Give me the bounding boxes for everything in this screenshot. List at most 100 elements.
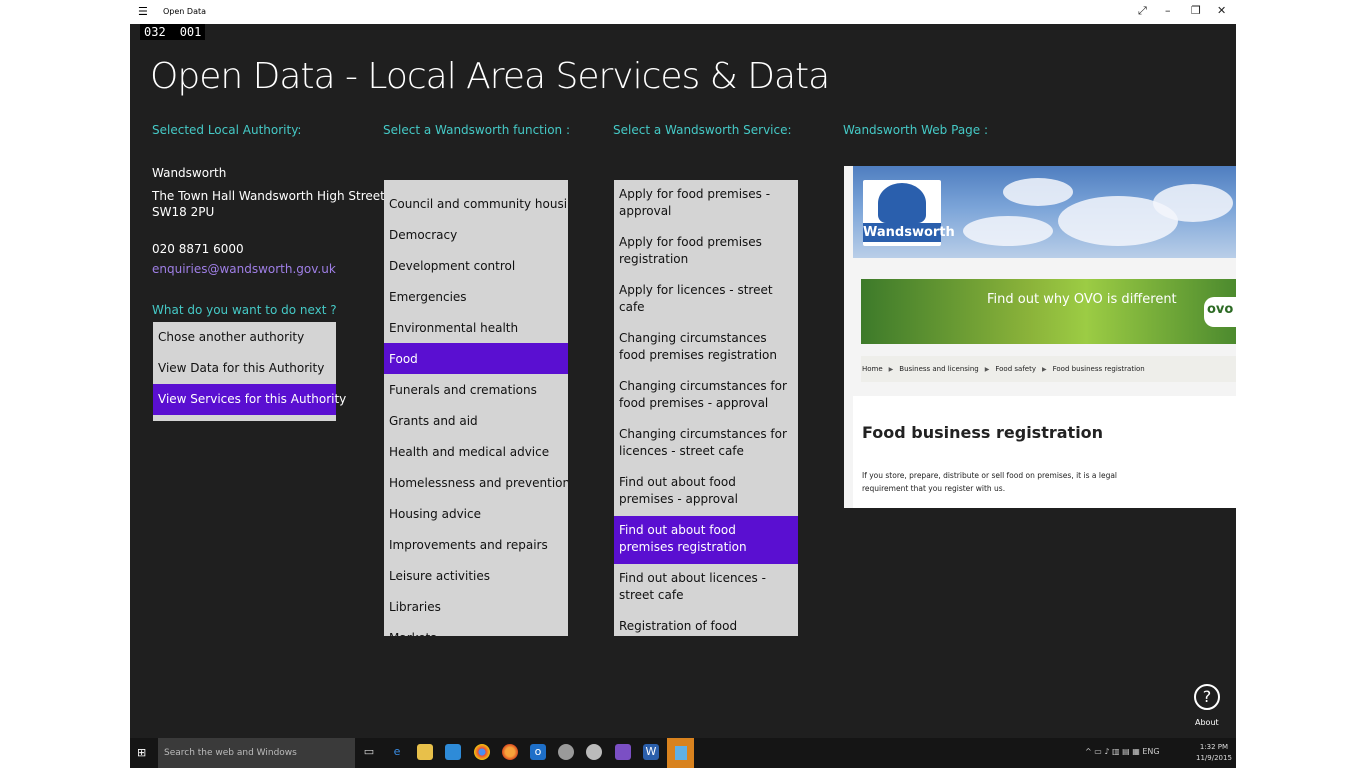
close-icon[interactable]: ✕ — [1217, 4, 1226, 17]
function-list-item[interactable]: Libraries — [384, 591, 568, 622]
windows-start-icon[interactable]: ⊞ — [137, 746, 151, 760]
authority-name: Wandsworth — [152, 166, 227, 180]
function-list-item[interactable]: Improvements and repairs — [384, 529, 568, 560]
advert-text: Find out why OVO is different — [987, 292, 1177, 307]
file-explorer-icon[interactable] — [417, 744, 433, 760]
clock-time: 1:32 PM — [1199, 743, 1229, 751]
breadcrumb-separator-icon: ▶ — [984, 365, 990, 373]
authority-address-line2: SW18 2PU — [152, 205, 215, 219]
authority-email-link[interactable]: enquiries@wandsworth.gov.uk — [152, 262, 336, 276]
next-actions-list: Chose another authority View Data for thi… — [153, 322, 346, 421]
outlook-icon[interactable]: o — [530, 744, 546, 760]
authority-phone: 020 8871 6000 — [152, 242, 244, 256]
list-top-padding — [384, 180, 568, 188]
task-view-icon[interactable]: ▭ — [361, 744, 377, 760]
page-title: Open Data - Local Area Services & Data — [150, 56, 830, 97]
tray-message-icon[interactable]: ▤ — [1122, 747, 1130, 756]
council-logo[interactable]: Wandsworth — [863, 180, 955, 246]
council-banner: Wandsworth — [853, 166, 1236, 258]
service-list-item[interactable]: Registration of food premises registrati… — [614, 612, 798, 636]
breadcrumb-link[interactable]: Food business registration — [1053, 365, 1145, 373]
webpage-header: Wandsworth Web Page : — [843, 123, 989, 137]
taskbar-search-input[interactable]: Search the web and Windows — [158, 738, 355, 768]
web-page-body: If you store, prepare, distribute or sel… — [862, 471, 1118, 493]
function-list-item[interactable]: Environmental health — [384, 312, 568, 343]
service-list-item[interactable]: Changing circumstances food premises reg… — [614, 324, 798, 372]
tray-chevron-icon[interactable]: ^ — [1085, 747, 1092, 756]
web-page-content: Food business registration If you store,… — [853, 396, 1236, 508]
function-list-item[interactable]: Health and medical advice — [384, 436, 568, 467]
visual-studio-icon[interactable] — [615, 744, 631, 760]
hamburger-menu-icon[interactable]: ☰ — [138, 5, 148, 18]
breadcrumb: Home ▶ Business and licensing ▶ Food safety ▶… — [861, 356, 1236, 382]
service-list-item[interactable]: Apply for food premises registration — [614, 228, 798, 276]
restore-icon[interactable]: ❐ — [1191, 4, 1201, 17]
taskbar: ⊞ Search the web and Windows ▭ e o W ^ ▭… — [130, 738, 1236, 768]
function-list-item[interactable]: Emergencies — [384, 281, 568, 312]
function-list-item[interactable]: Markets — [384, 622, 568, 637]
service-list-item[interactable]: Find out about food premises - approval — [614, 468, 798, 516]
function-list-item[interactable]: Democracy — [384, 219, 568, 250]
authority-address-line1: The Town Hall Wandsworth High Street — [152, 189, 385, 203]
next-action-item[interactable]: View Services for this Authority — [153, 384, 346, 415]
web-page-heading: Food business registration — [862, 423, 1104, 442]
next-action-item[interactable]: View Data for this Authority — [153, 353, 336, 384]
taskbar-clock[interactable]: 1:32 PM 11/9/2015 — [1196, 742, 1232, 764]
next-actions-header: What do you want to do next ? — [152, 303, 337, 317]
tray-network-icon[interactable]: ▥ — [1112, 747, 1120, 756]
store-icon[interactable] — [445, 744, 461, 760]
service-list-item[interactable]: Apply for licences - street cafe — [614, 276, 798, 324]
web-page-preview[interactable]: Wandsworth Find out why OVO is different… — [844, 166, 1236, 508]
app-window: ☰ Open Data ⤢ – ❐ ✕ 032 001 Open Data - … — [130, 0, 1236, 768]
window-title: Open Data — [163, 7, 207, 16]
title-bar: ☰ Open Data ⤢ – ❐ ✕ — [130, 0, 1236, 24]
system-tray[interactable]: ^ ▭ ♪ ▥ ▤ ▦ ENG — [1085, 747, 1160, 756]
advert-banner[interactable]: Find out why OVO is different ovo — [861, 279, 1236, 344]
database-icon[interactable] — [558, 744, 574, 760]
frame-counter: 032 001 — [140, 24, 206, 40]
edge-browser-icon[interactable]: e — [389, 744, 405, 760]
function-list-item[interactable]: Leisure activities — [384, 560, 568, 591]
clock-date: 11/9/2015 — [1196, 754, 1232, 762]
firefox-icon[interactable] — [502, 744, 518, 760]
breadcrumb-link[interactable]: Business and licensing — [899, 365, 978, 373]
about-button[interactable]: ? — [1194, 684, 1220, 710]
tray-power-icon: ▭ — [1094, 747, 1102, 756]
function-list-item[interactable]: Homelessness and prevention — [384, 467, 568, 498]
word-icon[interactable]: W — [643, 744, 659, 760]
tool-icon[interactable] — [586, 744, 602, 760]
frame-counter-left: 032 — [144, 25, 166, 39]
fullscreen-icon[interactable]: ⤢ — [1138, 4, 1147, 18]
authority-header: Selected Local Authority: — [152, 123, 302, 137]
minimize-icon[interactable]: – — [1165, 4, 1171, 17]
breadcrumb-separator-icon: ▶ — [1041, 365, 1047, 373]
service-list-item[interactable]: Find out about licences - street cafe — [614, 564, 798, 612]
function-list[interactable]: Council and community housing Democracy De… — [384, 180, 568, 636]
chrome-icon[interactable] — [474, 744, 490, 760]
function-list-item[interactable]: Food — [384, 343, 568, 374]
question-icon: ? — [1202, 687, 1212, 706]
frame-counter-right: 001 — [179, 25, 202, 39]
tray-language[interactable]: ENG — [1142, 747, 1159, 756]
about-label: About — [1195, 718, 1219, 727]
service-list-item[interactable]: Find out about food premises registratio… — [614, 516, 798, 564]
service-list-item[interactable]: Apply for food premises - approval — [614, 180, 798, 228]
open-data-app-icon[interactable] — [667, 738, 694, 768]
skyline-icon — [878, 183, 926, 223]
service-list-item[interactable]: Changing circumstances for licences - st… — [614, 420, 798, 468]
next-action-item[interactable]: Chose another authority — [153, 322, 336, 353]
tray-keyboard-icon[interactable]: ▦ — [1132, 747, 1140, 756]
function-list-item[interactable]: Council and community housing — [384, 188, 568, 219]
function-header: Select a Wandsworth function : — [383, 123, 571, 137]
breadcrumb-separator-icon: ▶ — [888, 365, 894, 373]
function-list-item[interactable]: Development control — [384, 250, 568, 281]
function-list-item[interactable]: Funerals and cremations — [384, 374, 568, 405]
tray-volume-icon[interactable]: ♪ — [1104, 747, 1109, 756]
service-list-item[interactable]: Changing circumstances for food premises… — [614, 372, 798, 420]
service-list[interactable]: Apply for food premises - approval Apply … — [614, 180, 798, 636]
breadcrumb-link[interactable]: Food safety — [995, 365, 1036, 373]
service-header: Select a Wandsworth Service: — [613, 123, 792, 137]
breadcrumb-link[interactable]: Home — [862, 365, 883, 373]
function-list-item[interactable]: Housing advice — [384, 498, 568, 529]
function-list-item[interactable]: Grants and aid — [384, 405, 568, 436]
